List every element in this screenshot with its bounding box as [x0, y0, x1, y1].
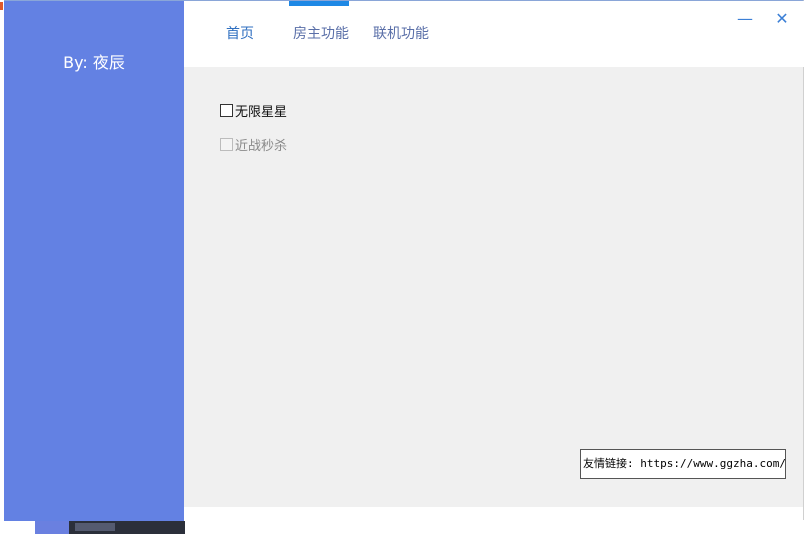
infinite-stars-checkbox[interactable]	[220, 104, 233, 117]
infinite-stars-label: 无限星星	[235, 105, 288, 120]
tab-header: 首页 房主功能 联机功能 — ✕	[184, 1, 804, 67]
app-window: By: 夜辰 首页 房主功能 联机功能 — ✕ 无限星星 近战秒杀 友情链接: …	[4, 0, 804, 521]
window-footer	[184, 507, 803, 521]
background-strip-accent	[35, 520, 69, 534]
background-strip-detail	[75, 523, 115, 531]
tab-active-indicator	[289, 1, 349, 6]
option-infinite-stars[interactable]: 无限星星	[220, 101, 287, 120]
melee-one-hit-kill-label: 近战秒杀	[235, 139, 288, 154]
melee-one-hit-kill-checkbox	[220, 138, 233, 151]
close-button[interactable]: ✕	[772, 9, 792, 29]
tab-host-functions[interactable]: 房主功能	[293, 23, 349, 43]
minimize-button[interactable]: —	[735, 9, 755, 29]
friend-link-box[interactable]: 友情链接: https://www.ggzha.com/	[580, 449, 786, 479]
desktop: By: 夜辰 首页 房主功能 联机功能 — ✕ 无限星星 近战秒杀 友情链接: …	[0, 0, 804, 534]
desktop-edge-mark	[0, 2, 3, 10]
tab-home[interactable]: 首页	[226, 23, 254, 43]
main-content: 无限星星 近战秒杀 友情链接: https://www.ggzha.com/	[184, 67, 803, 507]
author-label: By: 夜辰	[63, 53, 125, 72]
option-melee-one-hit-kill: 近战秒杀	[220, 135, 287, 154]
tab-online-functions[interactable]: 联机功能	[373, 23, 429, 43]
sidebar: By: 夜辰	[4, 1, 184, 521]
background-window-strip	[35, 520, 185, 534]
